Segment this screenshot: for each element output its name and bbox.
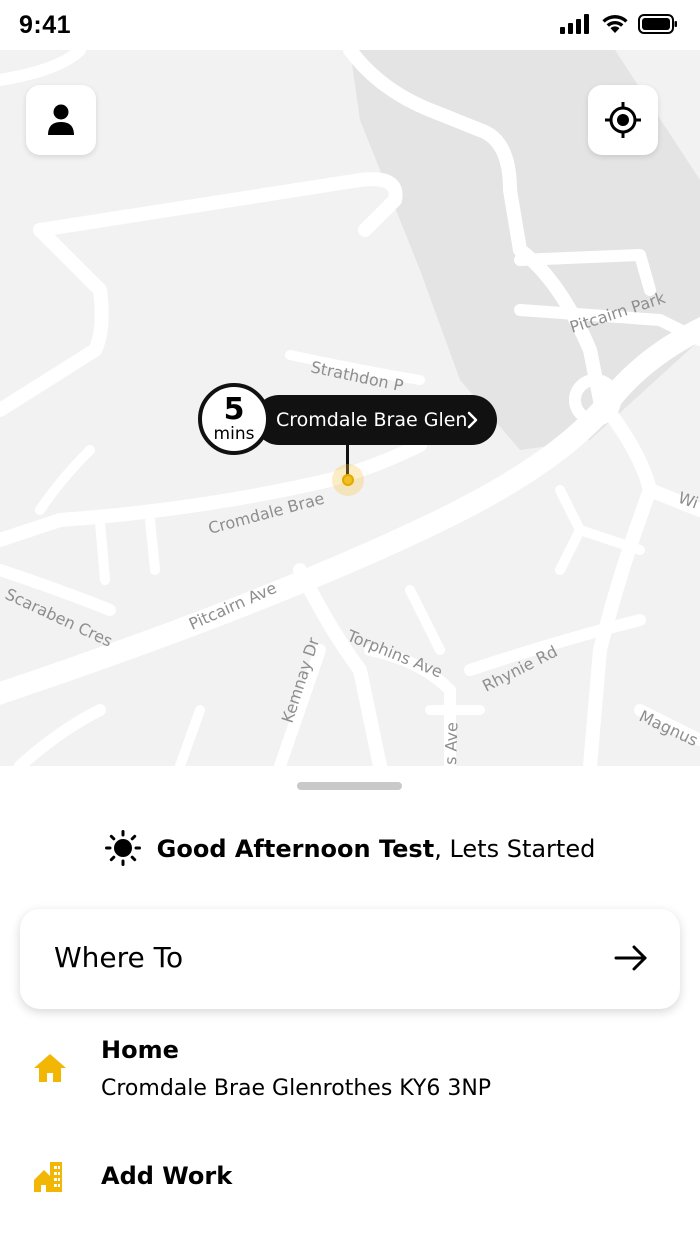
arrow-right-icon [614, 945, 647, 971]
map-view[interactable]: Strathdon P Pitcairn Park Cromdale Brae … [0, 50, 700, 766]
saved-place-home[interactable]: Home Cromdale Brae Glenrothes KY6 3NP [0, 1036, 700, 1116]
home-icon [34, 1054, 66, 1082]
sheet-drag-handle[interactable] [297, 782, 402, 790]
greeting-rest: , Lets Started [434, 835, 596, 863]
status-time: 9:41 [19, 11, 72, 39]
add-work-title: Add Work [101, 1162, 233, 1190]
greeting: Good Afternoon Test, Lets Started [0, 830, 700, 866]
signal-icon [560, 14, 589, 34]
locate-me-button[interactable] [588, 85, 658, 155]
eta-unit: mins [213, 424, 255, 444]
current-location-pin[interactable] [332, 464, 364, 496]
where-to-label: Where To [54, 941, 184, 974]
destination-pill[interactable]: Cromdale Brae Glen [254, 395, 497, 445]
person-icon [48, 104, 74, 135]
chevron-right-icon [467, 411, 478, 429]
home-address: Cromdale Brae Glenrothes KY6 3NP [101, 1076, 492, 1101]
street-label: Magnus [636, 706, 700, 750]
where-to-button[interactable]: Where To [20, 909, 680, 1009]
status-bar: 9:41 [0, 0, 700, 50]
sun-icon [104, 830, 141, 866]
status-icons [560, 14, 678, 34]
wifi-icon [602, 15, 628, 33]
add-work-button[interactable]: Add Work [0, 1156, 700, 1216]
crosshair-icon [605, 102, 641, 138]
home-title: Home [101, 1036, 179, 1064]
eta-badge: 5 mins [198, 383, 270, 455]
street-label: s Ave [441, 722, 461, 765]
eta-value: 5 [223, 392, 245, 427]
greeting-name: Good Afternoon Test [156, 835, 435, 863]
battery-icon [638, 14, 677, 34]
profile-button[interactable] [26, 85, 96, 155]
street-label: Strathdon P [309, 357, 405, 395]
building-icon [34, 1162, 62, 1192]
bottom-sheet: Good Afternoon Test, Lets Started Where … [0, 766, 700, 1244]
destination-label: Cromdale Brae Glen [276, 409, 468, 431]
